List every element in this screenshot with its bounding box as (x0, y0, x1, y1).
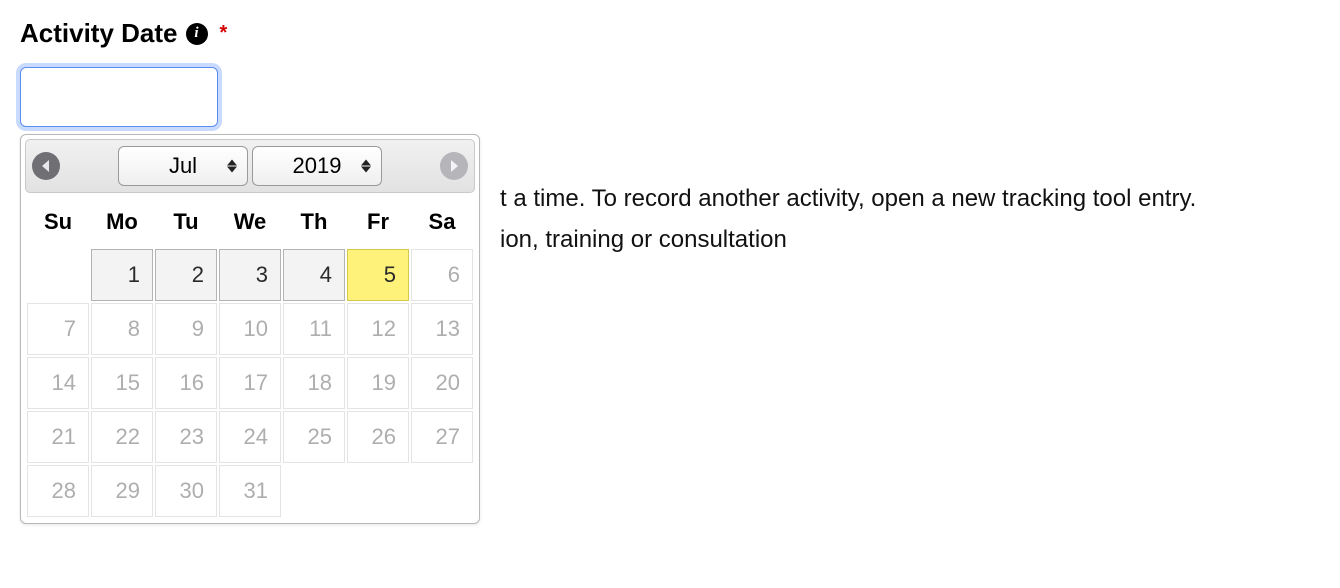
calendar-day[interactable]: 14 (27, 357, 89, 409)
calendar-day[interactable]: 30 (155, 465, 217, 517)
next-month-button (440, 152, 468, 180)
calendar-day[interactable]: 26 (347, 411, 409, 463)
select-spinner-icon (361, 160, 371, 173)
select-spinner-icon (227, 160, 237, 173)
calendar-day[interactable]: 7 (27, 303, 89, 355)
calendar-day[interactable]: 9 (155, 303, 217, 355)
calendar-day[interactable]: 23 (155, 411, 217, 463)
calendar-grid: SuMoTuWeThFrSa 1234567891011121314151617… (25, 199, 475, 519)
calendar-empty-cell (411, 465, 473, 517)
calendar-day[interactable]: 24 (219, 411, 281, 463)
datepicker-header: Jul 2019 (25, 139, 475, 193)
weekday-header: Fr (347, 201, 409, 247)
activity-date-input[interactable] (20, 67, 218, 127)
calendar-day[interactable]: 3 (219, 249, 281, 301)
calendar-empty-cell (27, 249, 89, 301)
weekday-header: Mo (91, 201, 153, 247)
calendar-day[interactable]: 29 (91, 465, 153, 517)
chevron-right-icon (449, 160, 459, 172)
calendar-day[interactable]: 1 (91, 249, 153, 301)
weekday-header: Th (283, 201, 345, 247)
calendar-day[interactable]: 15 (91, 357, 153, 409)
year-select[interactable]: 2019 (252, 146, 382, 186)
calendar-day[interactable]: 19 (347, 357, 409, 409)
weekday-header: Sa (411, 201, 473, 247)
calendar-day[interactable]: 16 (155, 357, 217, 409)
calendar-day[interactable]: 22 (91, 411, 153, 463)
calendar-day[interactable]: 20 (411, 357, 473, 409)
weekday-header: We (219, 201, 281, 247)
calendar-day[interactable]: 12 (347, 303, 409, 355)
calendar-day[interactable]: 10 (219, 303, 281, 355)
chevron-left-icon (41, 160, 51, 172)
calendar-day[interactable]: 5 (347, 249, 409, 301)
calendar-day[interactable]: 13 (411, 303, 473, 355)
calendar-day[interactable]: 28 (27, 465, 89, 517)
calendar-day[interactable]: 18 (283, 357, 345, 409)
month-select[interactable]: Jul (118, 146, 248, 186)
month-select-value: Jul (169, 153, 197, 179)
calendar-day[interactable]: 27 (411, 411, 473, 463)
calendar-empty-cell (347, 465, 409, 517)
calendar-day[interactable]: 21 (27, 411, 89, 463)
year-select-value: 2019 (293, 153, 342, 179)
calendar-day[interactable]: 2 (155, 249, 217, 301)
calendar-day[interactable]: 4 (283, 249, 345, 301)
calendar-day[interactable]: 8 (91, 303, 153, 355)
weekday-header: Tu (155, 201, 217, 247)
info-icon[interactable]: i (186, 23, 208, 45)
calendar-day[interactable]: 11 (283, 303, 345, 355)
prev-month-button[interactable] (32, 152, 60, 180)
calendar-day[interactable]: 25 (283, 411, 345, 463)
calendar-day[interactable]: 31 (219, 465, 281, 517)
datepicker-popup: Jul 2019 SuMoTuWeThFrSa 1234567891011121… (20, 134, 480, 524)
weekday-header: Su (27, 201, 89, 247)
required-indicator: * (220, 22, 228, 45)
field-label: Activity Date (20, 18, 178, 49)
calendar-day[interactable]: 6 (411, 249, 473, 301)
calendar-day[interactable]: 17 (219, 357, 281, 409)
calendar-empty-cell (283, 465, 345, 517)
